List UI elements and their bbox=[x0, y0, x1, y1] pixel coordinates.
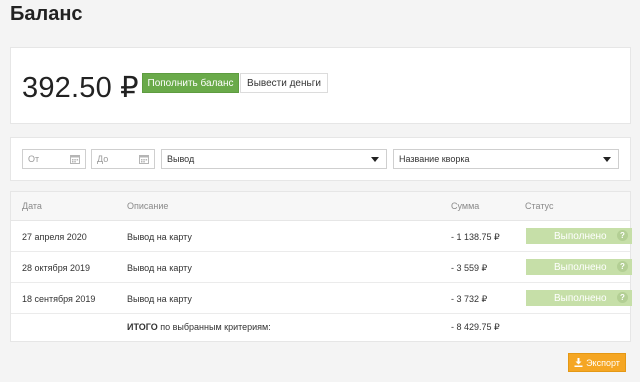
kwork-select-value: Название кворка bbox=[399, 154, 470, 164]
total-label: ИТОГО по выбранным критериям: bbox=[127, 322, 271, 332]
caret-down-icon bbox=[371, 157, 379, 162]
calendar-icon[interactable] bbox=[139, 154, 149, 164]
row-date: 28 октября 2019 bbox=[22, 263, 91, 273]
help-icon[interactable]: ? bbox=[617, 230, 628, 241]
help-icon[interactable]: ? bbox=[617, 292, 628, 303]
withdraw-button[interactable]: Вывести деньги bbox=[240, 73, 328, 93]
row-amount: - 3 732 ₽ bbox=[451, 294, 488, 304]
caret-down-icon bbox=[603, 157, 611, 162]
operation-type-select[interactable]: Вывод bbox=[161, 149, 387, 169]
download-icon bbox=[574, 358, 583, 367]
status-badge[interactable]: Выполнено ? bbox=[526, 228, 632, 244]
page-title: Баланс bbox=[10, 3, 83, 25]
operation-type-value: Вывод bbox=[167, 154, 195, 164]
row-amount: - 1 138.75 ₽ bbox=[451, 232, 500, 242]
row-description: Вывод на карту bbox=[127, 294, 192, 304]
row-description: Вывод на карту bbox=[127, 232, 192, 242]
transactions-table: Дата Описание Сумма Статус 27 апреля 202… bbox=[10, 191, 632, 342]
status-label: Выполнено bbox=[554, 292, 607, 304]
row-date: 18 сентября 2019 bbox=[22, 294, 96, 304]
table-row: 27 апреля 2020 Вывод на карту - 1 138.75… bbox=[11, 221, 632, 252]
status-badge[interactable]: Выполнено ? bbox=[526, 290, 632, 306]
column-header-description[interactable]: Описание bbox=[127, 201, 168, 211]
help-icon[interactable]: ? bbox=[617, 261, 628, 272]
topup-button[interactable]: Пополнить баланс bbox=[142, 73, 239, 93]
status-label: Выполнено bbox=[554, 261, 607, 273]
table-header: Дата Описание Сумма Статус bbox=[11, 192, 630, 221]
row-description: Вывод на карту bbox=[127, 263, 192, 273]
date-to-input[interactable]: До bbox=[91, 149, 155, 169]
date-to-placeholder: До bbox=[97, 154, 109, 164]
total-row: ИТОГО по выбранным критериям: - 8 429.75… bbox=[11, 314, 630, 342]
filter-bar: От До Вывод Название кворка bbox=[10, 137, 631, 181]
calendar-icon[interactable] bbox=[70, 154, 80, 164]
date-from-input[interactable]: От bbox=[22, 149, 86, 169]
export-button[interactable]: Экспорт bbox=[568, 353, 626, 372]
column-header-date[interactable]: Дата bbox=[22, 201, 42, 211]
column-header-amount[interactable]: Сумма bbox=[451, 201, 479, 211]
balance-card: 392.50 ₽ Пополнить баланс Вывести деньги bbox=[10, 47, 631, 124]
status-badge[interactable]: Выполнено ? bbox=[526, 259, 632, 275]
row-amount: - 3 559 ₽ bbox=[451, 263, 488, 273]
total-amount: - 8 429.75 ₽ bbox=[451, 322, 500, 332]
column-header-status[interactable]: Статус bbox=[525, 201, 553, 211]
balance-amount: 392.50 ₽ bbox=[22, 72, 139, 104]
status-label: Выполнено bbox=[554, 230, 607, 242]
total-label-rest: по выбранным критериям: bbox=[157, 322, 271, 332]
export-label: Экспорт bbox=[586, 357, 620, 368]
total-label-bold: ИТОГО bbox=[127, 322, 158, 332]
date-from-placeholder: От bbox=[28, 154, 40, 164]
table-row: 28 октября 2019 Вывод на карту - 3 559 ₽… bbox=[11, 252, 632, 283]
row-date: 27 апреля 2020 bbox=[22, 232, 87, 242]
kwork-select[interactable]: Название кворка bbox=[393, 149, 619, 169]
table-row: 18 сентября 2019 Вывод на карту - 3 732 … bbox=[11, 283, 632, 314]
